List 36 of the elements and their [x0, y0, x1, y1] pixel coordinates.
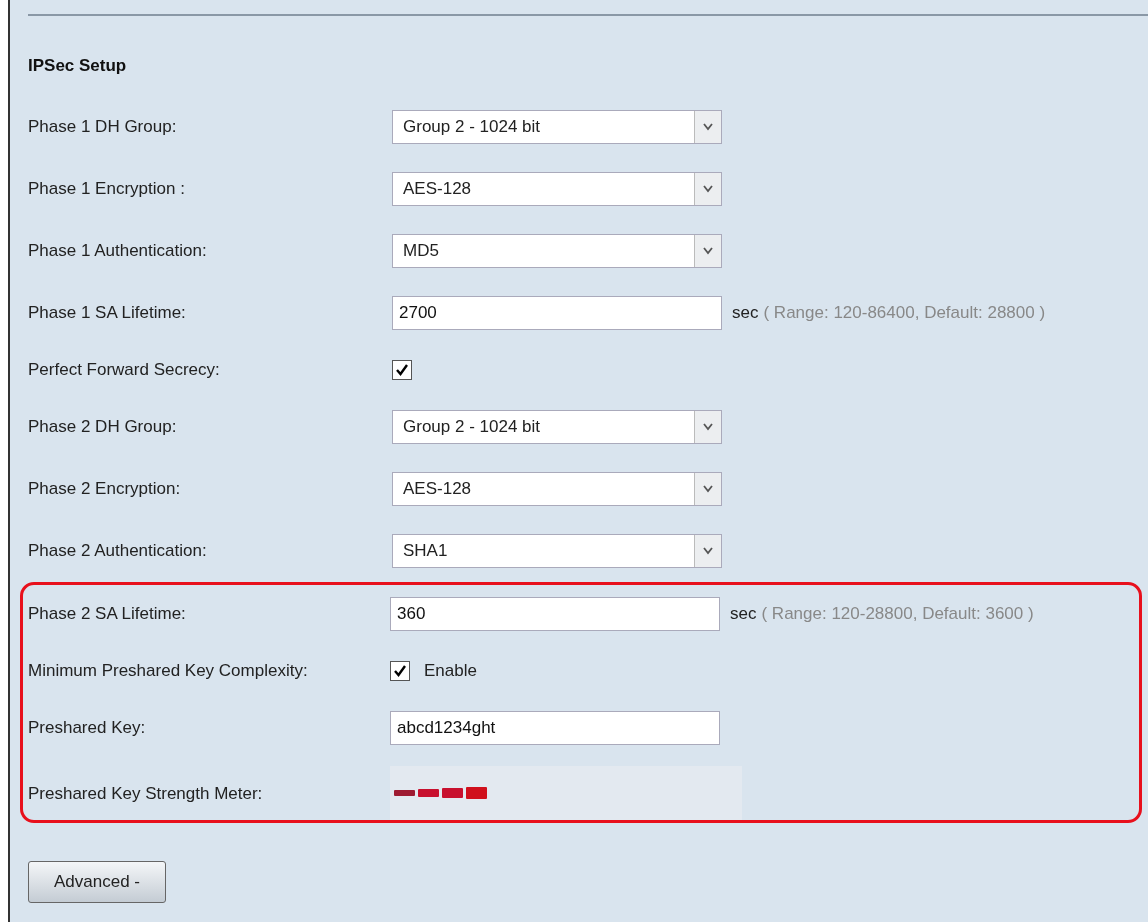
dropdown[interactable]: AES-128: [392, 172, 722, 206]
text-field[interactable]: abcd1234ght: [390, 710, 720, 745]
dropdown[interactable]: MD5: [392, 234, 722, 268]
field-label: Preshared Key Strength Meter:: [28, 784, 264, 805]
chevron-down-icon: [703, 185, 713, 193]
dropdown[interactable]: Group 2 - 1024 bit: [392, 410, 722, 444]
range-hint: ( Range: 120-86400, Default: 28800 ): [763, 303, 1046, 323]
field-label: Phase 1 Authentication:: [28, 241, 208, 261]
field-label: Phase 2 Encryption:: [28, 479, 182, 499]
range-hint: ( Range: 120-28800, Default: 3600 ): [761, 603, 1034, 624]
chevron-down-icon: [703, 123, 713, 131]
section-title: IPSec Setup: [28, 56, 128, 76]
dropdown[interactable]: AES-128: [392, 472, 722, 506]
field-label: Phase 1 SA Lifetime:: [28, 303, 187, 323]
unit-label: sec: [732, 303, 759, 323]
field-label: Phase 2 DH Group:: [28, 417, 178, 437]
dropdown[interactable]: Group 2 - 1024 bit: [392, 110, 722, 144]
checkbox[interactable]: [390, 660, 410, 681]
field-label: Phase 1 Encryption :: [28, 179, 186, 199]
field-label: Preshared Key:: [28, 717, 147, 738]
text-field[interactable]: 360: [390, 596, 720, 631]
field-label: Phase 2 SA Lifetime:: [28, 603, 187, 624]
chevron-down-icon: [703, 485, 713, 493]
dropdown[interactable]: SHA1: [392, 534, 722, 568]
field-label: Phase 1 DH Group:: [28, 117, 178, 137]
field-label: Phase 2 Authentication:: [28, 541, 208, 561]
chevron-down-icon: [703, 423, 713, 431]
chevron-down-icon: [703, 547, 713, 555]
unit-label: sec: [730, 603, 757, 624]
advanced-button[interactable]: Advanced -: [28, 861, 166, 903]
field-label: Perfect Forward Secrecy:: [28, 360, 221, 380]
text-field[interactable]: 2700: [392, 296, 722, 330]
checkbox-label: Enable: [424, 660, 477, 681]
field-label: Minimum Preshared Key Complexity:: [28, 660, 309, 681]
chevron-down-icon: [703, 247, 713, 255]
checkbox[interactable]: [392, 360, 412, 380]
